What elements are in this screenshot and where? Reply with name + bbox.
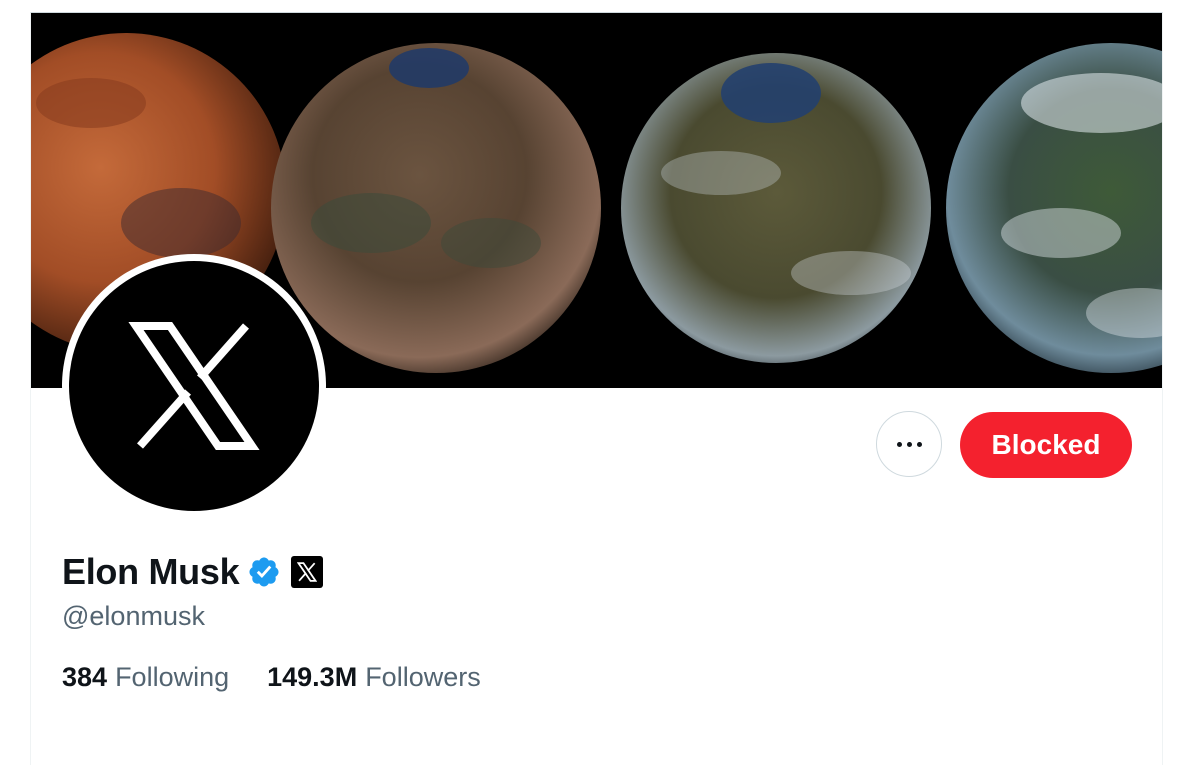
avatar-image xyxy=(69,261,319,511)
profile-page: Blocked Elon Musk @elonmusk 384 Followin… xyxy=(30,12,1163,765)
profile-handle: @elonmusk xyxy=(62,601,205,631)
followers-link[interactable]: 149.3M Followers xyxy=(267,662,481,693)
display-name: Elon Musk xyxy=(62,551,240,592)
following-count: 384 xyxy=(62,662,108,692)
followers-count: 149.3M xyxy=(267,662,358,692)
blocked-button[interactable]: Blocked xyxy=(960,412,1132,478)
more-options-button[interactable] xyxy=(876,411,942,477)
x-affiliate-badge-icon[interactable] xyxy=(291,556,324,588)
following-link[interactable]: 384 Following xyxy=(62,662,229,693)
following-label: Following xyxy=(115,662,230,692)
more-dots-icon xyxy=(896,441,922,447)
verified-badge-icon[interactable] xyxy=(247,555,281,589)
x-logo-small-icon xyxy=(297,562,318,582)
profile-avatar[interactable] xyxy=(62,254,326,518)
followers-label: Followers xyxy=(365,662,481,692)
name-row: Elon Musk xyxy=(62,551,324,593)
x-logo-icon xyxy=(128,322,260,450)
profile-stats: 384 Following 149.3M Followers xyxy=(62,662,481,693)
